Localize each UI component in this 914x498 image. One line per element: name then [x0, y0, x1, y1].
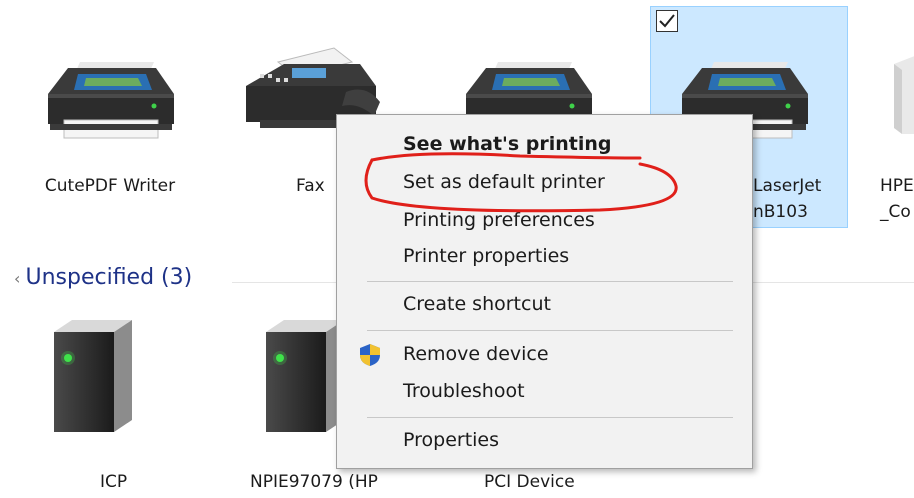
device-cutepdf-writer[interactable]: CutePDF Writer [20, 40, 200, 200]
menu-item-see-whats-printing[interactable]: See what's printing [403, 131, 612, 157]
menu-separator [367, 330, 733, 331]
computer-tower-icon [54, 320, 132, 432]
menu-separator [367, 417, 733, 418]
uac-shield-icon [360, 344, 380, 366]
device-label: NPIE97079 (HP [250, 472, 378, 492]
device-label: PCI Device [484, 472, 575, 492]
menu-item-set-default-printer[interactable]: Set as default printer [403, 169, 605, 195]
printer-icon [894, 56, 914, 134]
group-title: Unspecified (3) [25, 265, 193, 290]
computer-tower-icon [266, 320, 344, 432]
device-hpe[interactable]: HPE _Co [872, 40, 914, 230]
selection-checkbox[interactable] [656, 10, 678, 32]
device-label-line1: LaserJet [753, 176, 822, 196]
device-label-line2: nB103 [753, 202, 808, 222]
menu-item-remove-device[interactable]: Remove device [403, 341, 549, 367]
context-menu: See what's printing Set as default print… [336, 114, 753, 469]
group-header-unspecified[interactable]: ‹ Unspecified (3) [14, 265, 192, 290]
menu-item-printer-properties[interactable]: Printer properties [403, 243, 569, 269]
chevron-icon: ‹ [14, 269, 26, 288]
menu-item-properties[interactable]: Properties [403, 427, 499, 453]
menu-item-printing-preferences[interactable]: Printing preferences [403, 207, 595, 233]
device-label: Fax [296, 176, 325, 196]
printer-icon [47, 61, 175, 139]
device-label-line1: HPE [880, 176, 914, 196]
menu-item-create-shortcut[interactable]: Create shortcut [403, 291, 551, 317]
device-icp[interactable]: ICP [40, 320, 160, 498]
device-label: CutePDF Writer [44, 176, 176, 196]
device-label-line2: _Co [880, 202, 911, 222]
device-label: ICP [100, 472, 128, 492]
menu-item-troubleshoot[interactable]: Troubleshoot [403, 378, 525, 404]
checkmark-icon [659, 14, 675, 28]
menu-separator [367, 281, 733, 282]
